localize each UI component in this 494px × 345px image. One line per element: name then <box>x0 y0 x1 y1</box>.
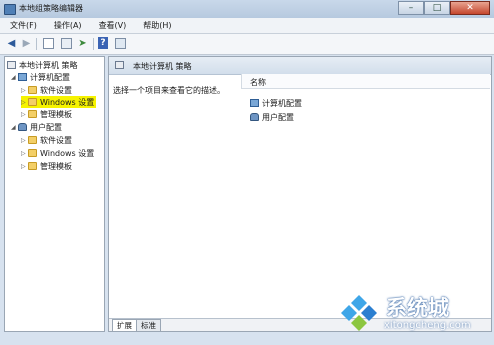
collapse-arrow-icon[interactable]: ▷ <box>21 87 28 94</box>
app-icon <box>4 4 16 15</box>
maximize-button[interactable]: □ <box>424 1 450 15</box>
folder-icon <box>28 149 37 157</box>
tree-item-admin-templates[interactable]: ▷ 管理模板 <box>21 108 72 120</box>
tree-item-label: 本地计算机 策略 <box>19 60 78 70</box>
tree-item-user-admin-templates[interactable]: ▷ 管理模板 <box>21 160 72 172</box>
folder-icon <box>28 98 37 106</box>
tree-item-software-settings[interactable]: ▷ 软件设置 <box>21 84 72 96</box>
description-text: 选择一个项目来查看它的描述。 <box>113 86 225 95</box>
folder-icon <box>28 162 37 170</box>
menu-help[interactable]: 帮助(H) <box>133 20 178 31</box>
tree-item-user-windows-settings[interactable]: ▷ Windows 设置 <box>21 147 94 159</box>
show-pane-icon[interactable] <box>114 37 127 50</box>
back-arrow-icon[interactable]: ◀ <box>5 37 18 50</box>
tab-extended[interactable]: 扩展 <box>112 319 137 331</box>
window-title: 本地组策略编辑器 <box>19 4 83 13</box>
tree-item-label: Windows 设置 <box>40 148 95 158</box>
properties-icon[interactable] <box>60 37 73 50</box>
tree-item-user-config[interactable]: ◢ 用户配置 <box>11 121 62 133</box>
collapse-arrow-icon[interactable]: ▷ <box>21 163 28 170</box>
watermark: 系统城 xitongcheng.com <box>340 290 490 340</box>
menu-action[interactable]: 操作(A) <box>44 20 89 31</box>
tree-item-label: 软件设置 <box>40 85 72 95</box>
policy-icon <box>7 61 16 69</box>
tree-item-root[interactable]: 本地计算机 策略 <box>7 59 78 71</box>
tree-item-windows-settings[interactable]: ▷ Windows 设置 <box>21 96 97 108</box>
tree-item-label: 计算机配置 <box>30 72 70 82</box>
menu-bar: 文件(F) 操作(A) 查看(V) 帮助(H) <box>0 18 494 34</box>
expand-arrow-icon[interactable]: ◢ <box>11 74 18 81</box>
watermark-logo <box>341 295 377 331</box>
user-icon <box>18 123 27 131</box>
tab-standard-label: 标准 <box>141 321 156 330</box>
list-item-label: 计算机配置 <box>262 98 302 108</box>
tree-item-label: 用户配置 <box>30 122 62 132</box>
tree-pane[interactable]: 本地计算机 策略 ◢ 计算机配置 ▷ 软件设置 ▷ Windows 设置 ▷ 管… <box>4 56 105 332</box>
menu-view[interactable]: 查看(V) <box>89 20 134 31</box>
computer-icon <box>18 73 27 81</box>
close-button[interactable]: ✕ <box>450 1 490 15</box>
tab-extended-label: 扩展 <box>117 321 132 330</box>
tree-item-label: 管理模板 <box>40 161 72 171</box>
folder-icon <box>28 86 37 94</box>
list-item-user-config[interactable]: 用户配置 <box>250 111 294 123</box>
maximize-icon: □ <box>432 3 442 13</box>
help-icon[interactable]: ? <box>98 37 108 49</box>
column-header-label: 名称 <box>250 78 266 87</box>
watermark-url: xitongcheng.com <box>384 320 471 331</box>
collapse-arrow-icon[interactable]: ▷ <box>21 111 28 118</box>
folder-icon <box>28 136 37 144</box>
tab-standard[interactable]: 标准 <box>136 319 161 331</box>
user-icon <box>250 113 259 121</box>
tree-item-user-software-settings[interactable]: ▷ 软件设置 <box>21 134 72 146</box>
column-header-name[interactable]: 名称 <box>241 74 490 89</box>
policy-icon <box>115 61 124 69</box>
collapse-arrow-icon[interactable]: ▷ <box>21 99 28 106</box>
forward-arrow-icon[interactable]: ▶ <box>20 37 33 50</box>
tree-item-label: 管理模板 <box>40 109 72 119</box>
toolbar-separator <box>36 38 37 50</box>
tree-item-label: 软件设置 <box>40 135 72 145</box>
tree-item-label: Windows 设置 <box>40 97 95 107</box>
folder-icon <box>28 110 37 118</box>
close-icon: ✕ <box>466 3 474 13</box>
group-policy-editor-window: 本地组策略编辑器 – □ ✕ 文件(F) 操作(A) 查看(V) 帮助(H) ◀… <box>0 0 494 345</box>
tree-item-computer-config[interactable]: ◢ 计算机配置 <box>11 71 70 83</box>
computer-icon <box>250 99 259 107</box>
details-header-title: 本地计算机 策略 <box>133 62 192 71</box>
menu-file[interactable]: 文件(F) <box>0 20 44 31</box>
title-bar[interactable]: 本地组策略编辑器 – □ ✕ <box>0 0 494 18</box>
window-controls: – □ ✕ <box>398 1 490 15</box>
minimize-button[interactable]: – <box>398 1 424 15</box>
export-list-icon[interactable]: ➤ <box>76 37 89 50</box>
expand-arrow-icon[interactable]: ◢ <box>11 124 18 131</box>
list-item-label: 用户配置 <box>262 112 294 122</box>
collapse-arrow-icon[interactable]: ▷ <box>21 150 28 157</box>
minimize-icon: – <box>408 3 414 13</box>
list-item-computer-config[interactable]: 计算机配置 <box>250 97 302 109</box>
collapse-arrow-icon[interactable]: ▷ <box>21 137 28 144</box>
toolbar-separator <box>93 38 94 50</box>
toolbar: ◀ ▶ ➤ ? <box>0 34 494 55</box>
show-hide-tree-icon[interactable] <box>42 37 55 50</box>
watermark-brand: 系统城 <box>386 296 449 320</box>
details-header: 本地计算机 策略 <box>109 57 491 75</box>
